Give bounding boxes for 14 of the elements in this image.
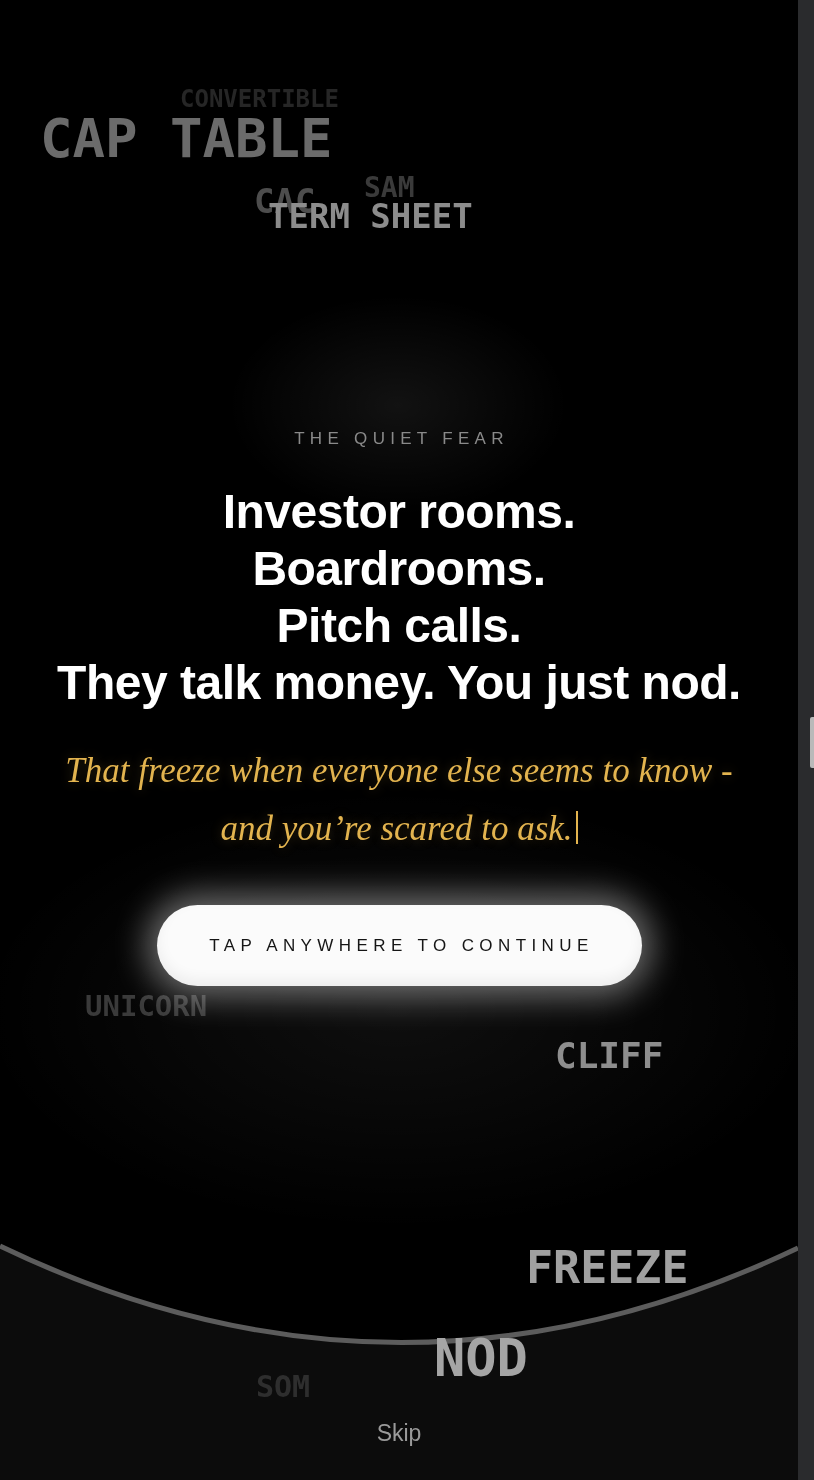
headline-line: Investor rooms.: [222, 484, 576, 540]
section-label: THE QUIET FEAR: [293, 429, 509, 449]
headline-line: Pitch calls.: [276, 598, 522, 654]
floating-word: FREEZE: [526, 1245, 689, 1290]
floating-word: CLIFF: [555, 1038, 664, 1074]
floating-word: NOD: [434, 1332, 528, 1384]
scrollbar-thumb[interactable]: [810, 717, 814, 768]
headline-line: Boardrooms.: [252, 541, 546, 597]
floating-word: SAM: [364, 174, 415, 202]
subtitle-text: That freeze when everyone else seems to know - and you’re scared to ask.: [65, 751, 733, 848]
continue-button[interactable]: TAP ANYWHERE TO CONTINUE: [156, 905, 642, 986]
floating-word: CAP TABLE: [40, 112, 333, 166]
headline-line: They talk money. You just nod.: [57, 655, 741, 711]
skip-link[interactable]: Skip: [376, 1419, 422, 1447]
